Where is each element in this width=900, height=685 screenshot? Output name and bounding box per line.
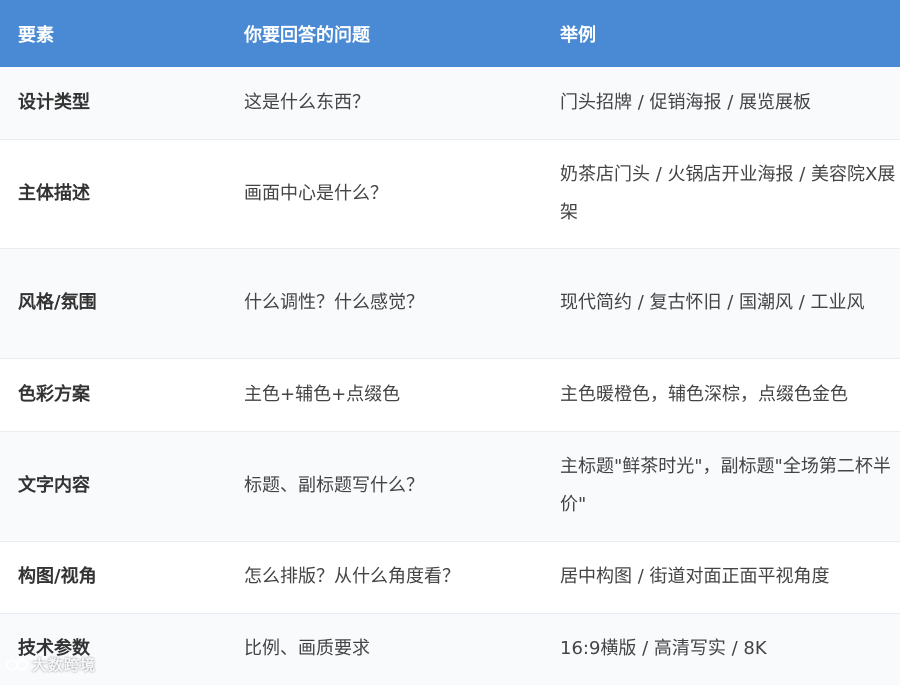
header-row: 要素 你要回答的问题 举例 <box>0 0 900 67</box>
prompt-elements-table: 要素 你要回答的问题 举例 设计类型 这是什么东西？ 门头招牌 / 促销海报 /… <box>0 0 900 685</box>
row-question: 比例、画质要求 <box>244 638 370 660</box>
table-row: 技术参数 比例、画质要求 16:9横版 / 高清写实 / 8K <box>0 613 900 685</box>
row-element: 构图/视角 <box>0 541 226 614</box>
row-element: 风格/氛围 <box>0 248 226 359</box>
logo-icon <box>6 658 28 671</box>
row-element: 设计类型 <box>0 67 226 140</box>
table-row: 主体描述 画面中心是什么？ 奶茶店门头 / 火锅店开业海报 / 美容院X展架 <box>0 139 900 249</box>
row-question: 标题、副标题写什么？ <box>226 431 542 542</box>
table-row: 构图/视角 怎么排版？从什么角度看？ 居中构图 / 街道对面正面平视角度 <box>0 541 900 614</box>
table-row: 文字内容 标题、副标题写什么？ 主标题"鲜茶时光"，副标题"全场第二杯半价" <box>0 431 900 542</box>
row-element: 主体描述 <box>0 139 226 249</box>
table-row: 风格/氛围 什么调性？什么感觉？ 现代简约 / 复古怀旧 / 国潮风 / 工业风 <box>0 248 900 359</box>
row-example: 现代简约 / 复古怀旧 / 国潮风 / 工业风 <box>542 248 900 359</box>
table-row: 色彩方案 主色+辅色+点缀色 主色暖橙色，辅色深棕，点缀色金色 <box>0 358 900 432</box>
header-element: 要素 <box>18 24 54 46</box>
row-question: 这是什么东西？ <box>226 67 542 140</box>
header-example: 举例 <box>560 24 596 46</box>
row-example: 居中构图 / 街道对面正面平视角度 <box>542 541 900 614</box>
row-question: 主色+辅色+点缀色 <box>226 358 542 432</box>
row-element: 色彩方案 <box>0 358 226 432</box>
row-element: 文字内容 <box>0 431 226 542</box>
table-row: 设计类型 这是什么东西？ 门头招牌 / 促销海报 / 展览展板 <box>0 67 900 140</box>
row-question: 什么调性？什么感觉？ <box>226 248 542 359</box>
watermark-text: 大数跨境 <box>32 656 97 674</box>
row-example: 门头招牌 / 促销海报 / 展览展板 <box>542 67 900 140</box>
watermark: 大数跨境 <box>6 654 96 675</box>
row-example: 主色暖橙色，辅色深棕，点缀色金色 <box>542 358 900 432</box>
row-example: 16:9横版 / 高清写实 / 8K <box>560 638 767 660</box>
table-body: 设计类型 这是什么东西？ 门头招牌 / 促销海报 / 展览展板 主体描述 画面中… <box>0 67 900 685</box>
row-example: 奶茶店门头 / 火锅店开业海报 / 美容院X展架 <box>542 139 900 249</box>
table-header: 要素 你要回答的问题 举例 <box>0 0 900 67</box>
header-question: 你要回答的问题 <box>244 24 370 46</box>
row-question: 怎么排版？从什么角度看？ <box>226 541 542 614</box>
row-example: 主标题"鲜茶时光"，副标题"全场第二杯半价" <box>542 431 900 542</box>
row-question: 画面中心是什么？ <box>226 139 542 249</box>
